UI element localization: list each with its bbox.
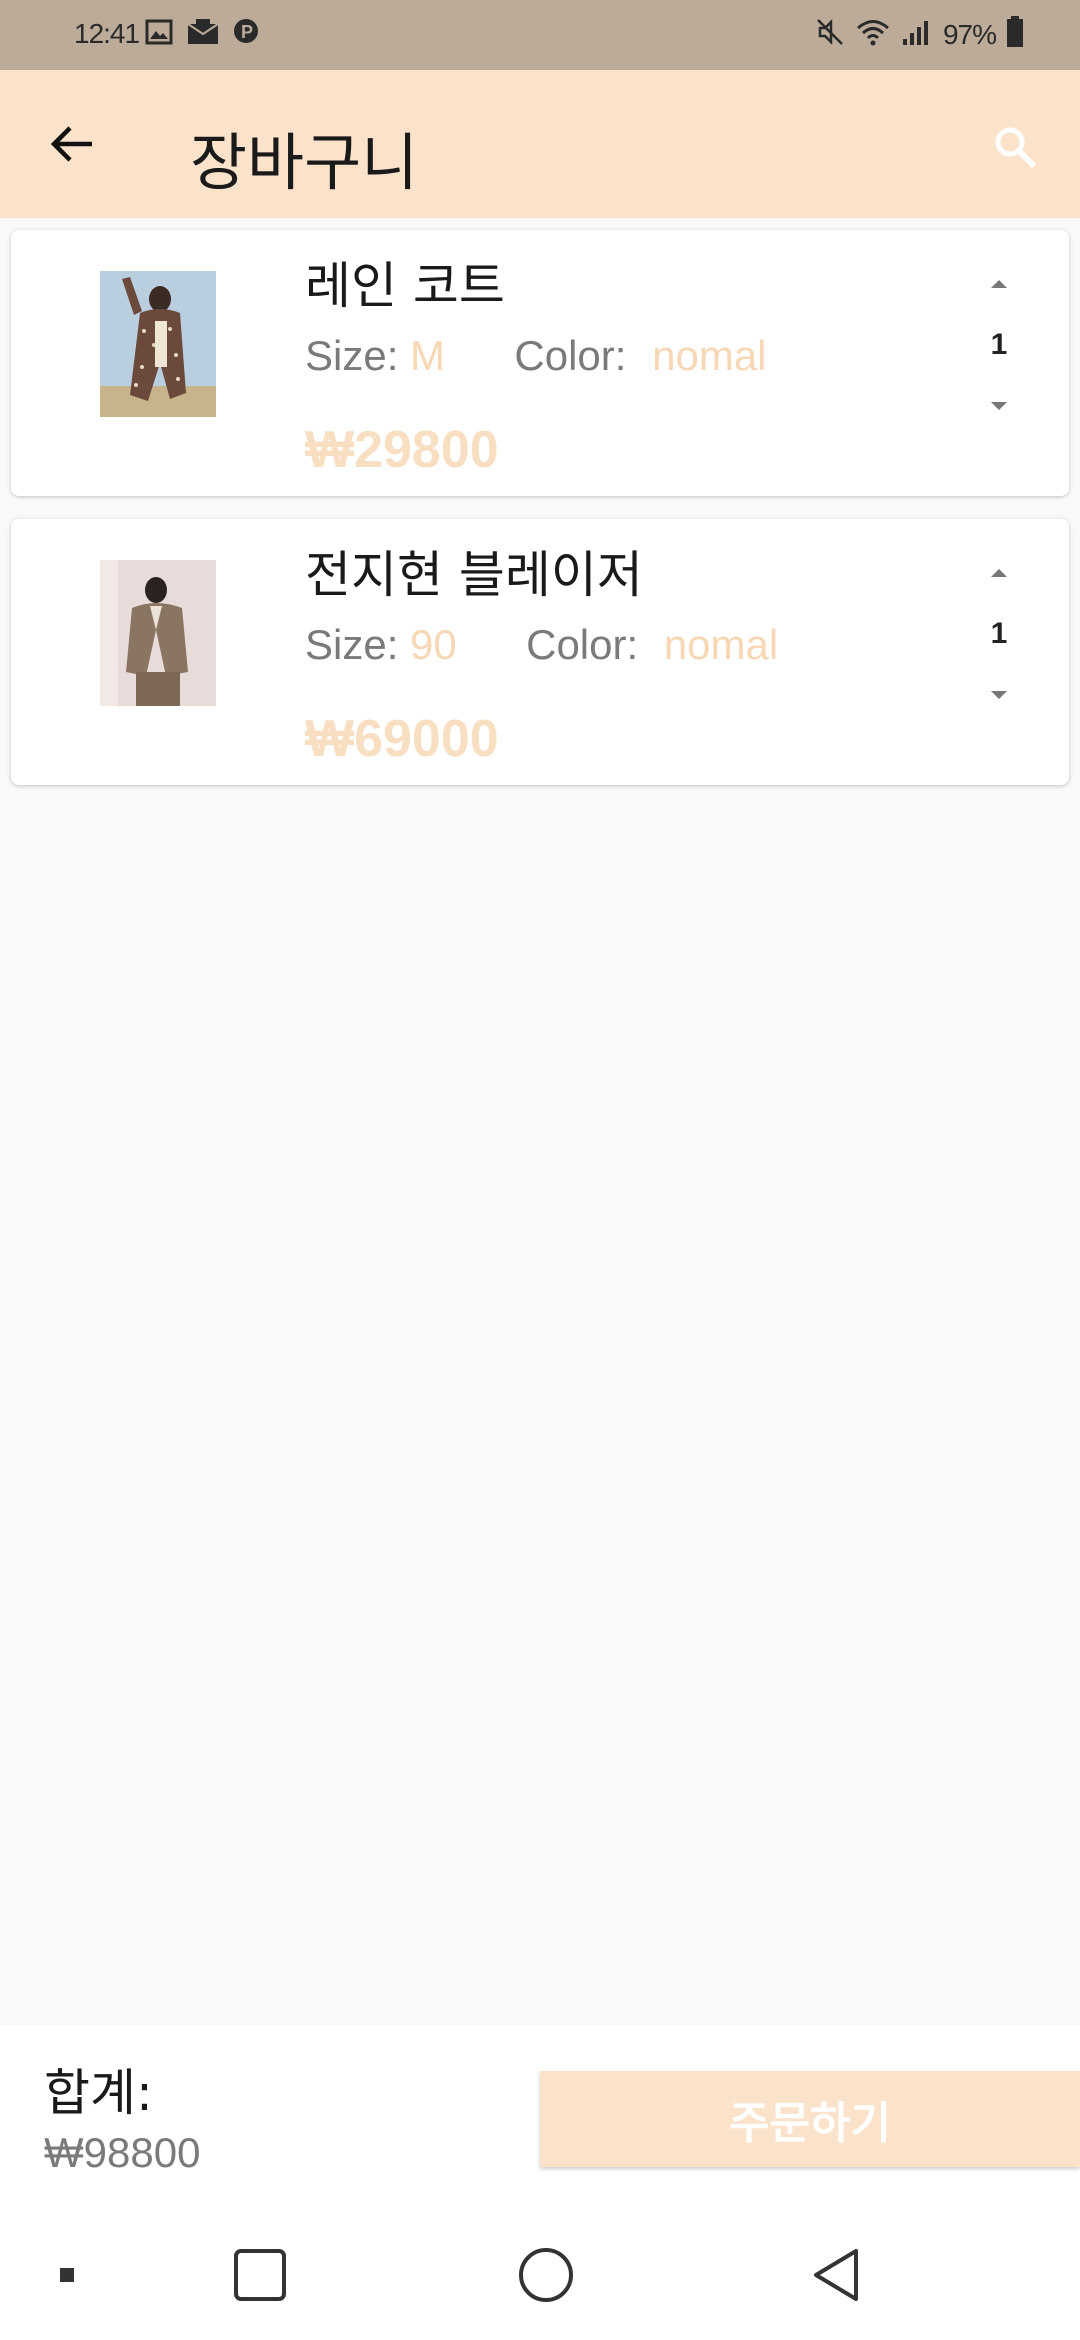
size-value: 90: [410, 621, 457, 668]
quantity-stepper[interactable]: 1: [979, 280, 1019, 410]
quantity-stepper[interactable]: 1: [979, 569, 1019, 699]
size-label: Size:: [305, 621, 399, 668]
arrow-left-icon: [48, 120, 96, 173]
item-price: ₩69000: [305, 710, 499, 768]
home-button[interactable]: [506, 2245, 586, 2309]
status-right-icons: 97%: [815, 16, 1024, 53]
cart-item[interactable]: 전지현 블레이저 Size: 90 Color: nomal ₩69000 1: [11, 519, 1069, 785]
mail-icon: [187, 18, 219, 51]
increase-quantity-icon[interactable]: [991, 280, 1007, 288]
recent-apps-button[interactable]: [220, 2245, 300, 2309]
cart-item[interactable]: 레인 코트 Size: M Color: nomal ₩29800 1: [11, 230, 1069, 496]
product-image-blazer: [100, 560, 216, 706]
svg-text:P: P: [241, 22, 253, 42]
page-title: 장바구니: [190, 126, 419, 199]
search-icon: [991, 123, 1039, 176]
wifi-icon: [855, 17, 891, 52]
size-label: Size:: [305, 332, 399, 379]
recent-apps-icon: [232, 2247, 288, 2308]
order-button[interactable]: 주문하기: [540, 2071, 1080, 2167]
status-time: 12:41: [74, 18, 140, 49]
color-label: Color:: [514, 332, 627, 379]
home-circle-icon: [517, 2246, 575, 2309]
quantity-value: 1: [990, 617, 1008, 650]
status-left-icons: P: [145, 18, 259, 51]
mute-icon: [815, 17, 845, 52]
signal-icon: [901, 17, 933, 52]
product-image-rain-coat: [100, 271, 216, 417]
color-value: nomal: [652, 332, 767, 379]
size-value: M: [410, 332, 446, 379]
search-button[interactable]: [980, 114, 1050, 184]
item-name: 전지현 블레이저: [305, 546, 643, 604]
total-label: 합계:: [44, 2064, 153, 2122]
increase-quantity-icon[interactable]: [991, 569, 1007, 577]
nav-extra-button[interactable]: [40, 2245, 94, 2309]
color-value: nomal: [663, 621, 779, 668]
decrease-quantity-icon[interactable]: [991, 691, 1007, 699]
battery-percent: 97%: [942, 18, 997, 50]
navigation-bar: [0, 2215, 1080, 2340]
item-price: ₩29800: [305, 421, 499, 479]
app-bar: 장바구니: [0, 70, 1080, 218]
item-attributes: Size: M Color: nomal: [305, 332, 767, 380]
total-value: ₩98800: [44, 2129, 201, 2176]
back-nav-button[interactable]: [796, 2245, 876, 2309]
battery-icon: [1006, 16, 1024, 53]
item-attributes: Size: 90 Color: nomal: [305, 621, 778, 669]
gallery-icon: [145, 18, 173, 51]
decrease-quantity-icon[interactable]: [991, 402, 1007, 410]
status-bar: 12:41 P 97%: [0, 0, 1080, 70]
back-triangle-icon: [808, 2246, 864, 2309]
item-name: 레인 코트: [305, 257, 505, 315]
p-icon: P: [233, 18, 259, 51]
quantity-value: 1: [990, 328, 1008, 361]
order-summary-bar: 합계: ₩98800 주문하기: [0, 2025, 1080, 2215]
back-button[interactable]: [40, 114, 104, 178]
color-label: Color:: [526, 621, 639, 668]
small-square-icon: [58, 2266, 76, 2289]
